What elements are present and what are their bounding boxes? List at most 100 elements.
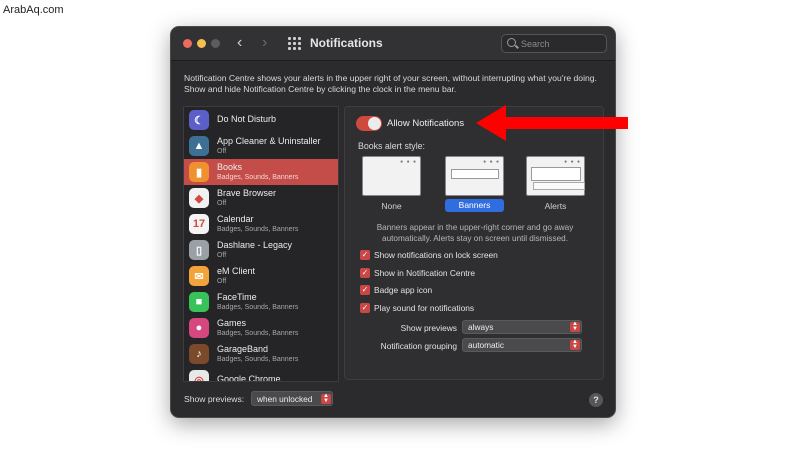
alert-style-alerts-preview[interactable]: ● ● ● xyxy=(526,156,585,196)
updown-chevron-icon: ▲ ▼ xyxy=(321,393,331,404)
title-bar: ‹ › Notifications xyxy=(171,27,615,61)
app-notification-summary: Off xyxy=(217,252,227,259)
app-name: Dashlane - Legacy xyxy=(217,240,293,250)
app-list[interactable]: ☾ Do Not Disturb ▲ App Cleaner & Uninstalle… xyxy=(183,106,339,382)
em-client-icon: ✉ xyxy=(189,266,209,286)
show-in-notification-centre-option[interactable]: ✓ Show in Notification Centre xyxy=(360,267,590,279)
app-row[interactable]: ▮ Books Badges, Sounds, Banners xyxy=(184,159,338,185)
show-previews-label: Show previews xyxy=(400,323,457,333)
play-sound-label: Play sound for notifications xyxy=(374,303,475,313)
chrome-icon: ◎ xyxy=(189,370,209,381)
updown-chevron-icon: ▲ ▼ xyxy=(570,339,580,350)
app-row[interactable]: ☾ Do Not Disturb xyxy=(184,107,338,133)
bottom-show-previews-select[interactable]: when unlocked ▲ ▼ xyxy=(251,391,333,406)
alert-preview xyxy=(531,167,585,190)
window-title: Notifications xyxy=(310,36,383,50)
menubar-dots-icon: ● ● ● xyxy=(564,159,581,165)
app-notification-summary: Badges, Sounds, Banners xyxy=(217,226,299,233)
games-icon: ● xyxy=(189,318,209,338)
app-cleaner-icon: ▲ xyxy=(189,136,209,156)
alert-style-label: Books alert style: xyxy=(358,141,425,151)
app-notification-summary: Badges, Sounds, Banners xyxy=(217,356,299,363)
app-notification-settings: Allow Notifications Books alert style: ●… xyxy=(344,106,604,380)
show-previews-select[interactable]: always ▲ ▼ xyxy=(462,320,582,334)
dashlane-icon: ▯ xyxy=(189,240,209,260)
show-on-lock-screen-label: Show notifications on lock screen xyxy=(374,250,498,260)
app-row[interactable]: ♪ GarageBand Badges, Sounds, Banners xyxy=(184,341,338,367)
annotation-arrow-icon xyxy=(476,105,628,141)
close-window-button[interactable] xyxy=(183,39,192,48)
play-sound-checkbox[interactable]: ✓ xyxy=(360,303,370,313)
app-notification-summary: Off xyxy=(217,148,227,155)
app-row[interactable]: ■ FaceTime Badges, Sounds, Banners xyxy=(184,289,338,315)
watermark: ArabAq.com xyxy=(3,4,64,16)
moon-icon: ☾ xyxy=(189,110,209,130)
app-row[interactable]: ✉ eM Client Off xyxy=(184,263,338,289)
brave-icon: ◆ xyxy=(189,188,209,208)
app-name: Games xyxy=(217,318,247,328)
allow-notifications-toggle[interactable] xyxy=(356,116,382,131)
search-input[interactable] xyxy=(521,36,603,51)
app-row[interactable]: ▯ Dashlane - Legacy Off xyxy=(184,237,338,263)
toggle-knob xyxy=(368,117,381,130)
show-all-grid-icon[interactable] xyxy=(288,37,301,50)
allow-notifications-label: Allow Notifications xyxy=(387,118,465,129)
app-name: Google Chrome xyxy=(217,374,281,382)
badge-app-icon-checkbox[interactable]: ✓ xyxy=(360,285,370,295)
show-previews-value: always xyxy=(468,322,494,332)
alert-style-none-preview[interactable]: ● ● ● xyxy=(362,156,421,196)
notification-centre-description: Notification Centre shows your alerts in… xyxy=(184,73,597,94)
menubar-dots-icon: ● ● ● xyxy=(400,159,417,165)
play-sound-option[interactable]: ✓ Play sound for notifications xyxy=(360,302,590,314)
app-notification-summary: Off xyxy=(217,278,227,285)
books-icon: ▮ xyxy=(189,162,209,182)
menubar-dots-icon: ● ● ● xyxy=(483,159,500,165)
badge-app-icon-option[interactable]: ✓ Badge app icon xyxy=(360,284,590,296)
alert-style-hint: Banners appear in the upper-right corner… xyxy=(376,223,574,243)
minimize-window-button[interactable] xyxy=(197,39,206,48)
annotation-arrow-shape xyxy=(476,105,628,141)
app-name: App Cleaner & Uninstaller xyxy=(217,136,321,146)
app-name: GarageBand xyxy=(217,344,269,354)
banner-preview xyxy=(451,169,499,179)
app-name: eM Client xyxy=(217,266,256,276)
bottom-show-previews-label: Show previews: xyxy=(184,394,245,404)
app-name: Brave Browser xyxy=(217,188,277,198)
alert-style-banners-preview[interactable]: ● ● ● xyxy=(445,156,504,196)
app-row[interactable]: ◆ Brave Browser Off xyxy=(184,185,338,211)
app-row[interactable]: ◎ Google Chrome xyxy=(184,367,338,382)
notification-grouping-label: Notification grouping xyxy=(380,341,457,351)
garageband-icon: ♪ xyxy=(189,344,209,364)
app-name: Books xyxy=(217,162,243,172)
calendar-icon: 17 xyxy=(189,214,209,234)
show-on-lock-screen-checkbox[interactable]: ✓ xyxy=(360,250,370,260)
app-row[interactable]: ● Games Badges, Sounds, Banners xyxy=(184,315,338,341)
app-notification-summary: Off xyxy=(217,200,227,207)
notification-grouping-select[interactable]: automatic ▲ ▼ xyxy=(462,338,582,352)
app-name: Do Not Disturb xyxy=(217,114,277,124)
system-preferences-window: ‹ › Notifications Notification Centre sh… xyxy=(170,26,616,418)
badge-app-icon-label: Badge app icon xyxy=(374,285,433,295)
search-box[interactable] xyxy=(501,34,607,53)
back-arrow-icon[interactable]: ‹ xyxy=(237,34,242,52)
app-row[interactable]: ▲ App Cleaner & Uninstaller Off xyxy=(184,133,338,159)
app-notification-summary: Badges, Sounds, Banners xyxy=(217,174,299,181)
updown-chevron-icon: ▲ ▼ xyxy=(570,321,580,332)
facetime-icon: ■ xyxy=(189,292,209,312)
alert-style-none-label[interactable]: None xyxy=(362,201,421,211)
help-button[interactable]: ? xyxy=(589,393,603,407)
search-icon xyxy=(507,38,516,47)
app-name: FaceTime xyxy=(217,292,257,302)
bottom-show-previews-value: when unlocked xyxy=(257,394,313,404)
alert-style-alerts-label[interactable]: Alerts xyxy=(526,201,585,211)
app-name: Calendar xyxy=(217,214,254,224)
zoom-window-button[interactable] xyxy=(211,39,220,48)
show-in-notification-centre-checkbox[interactable]: ✓ xyxy=(360,268,370,278)
show-on-lock-screen-option[interactable]: ✓ Show notifications on lock screen xyxy=(360,249,590,261)
app-notification-summary: Badges, Sounds, Banners xyxy=(217,304,299,311)
show-in-notification-centre-label: Show in Notification Centre xyxy=(374,268,476,278)
forward-arrow-icon[interactable]: › xyxy=(262,34,267,52)
alert-style-banners-label[interactable]: Banners xyxy=(445,199,504,212)
notification-grouping-value: automatic xyxy=(468,340,504,350)
app-row[interactable]: 17 Calendar Badges, Sounds, Banners xyxy=(184,211,338,237)
